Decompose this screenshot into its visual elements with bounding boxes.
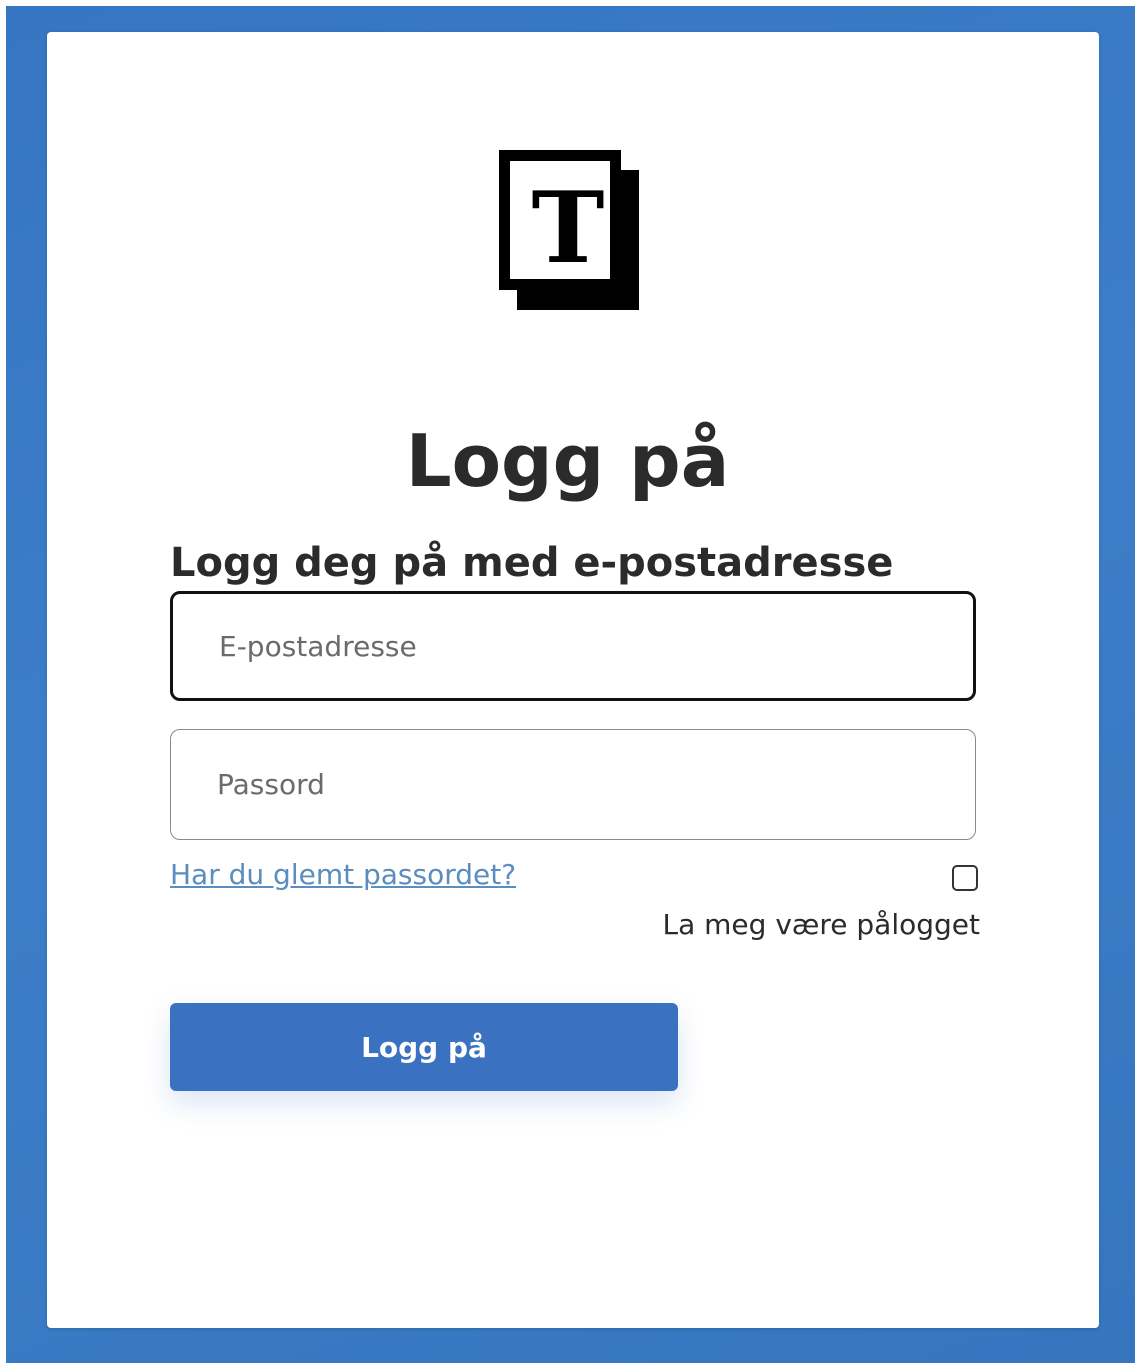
email-field[interactable] — [170, 591, 976, 701]
login-submit-button[interactable]: Logg på — [170, 1003, 678, 1091]
forgot-password-link[interactable]: Har du glemt passordet? — [170, 858, 516, 892]
login-subtitle: Logg deg på med e-postadresse — [170, 540, 894, 587]
document-t-logo-icon: T — [499, 150, 639, 310]
page-title: Logg på — [405, 419, 730, 504]
password-field[interactable] — [170, 729, 976, 840]
remember-me-checkbox[interactable] — [952, 865, 978, 891]
logo-letter: T — [531, 171, 605, 286]
remember-me-label: La meg være pålogget — [662, 908, 980, 941]
